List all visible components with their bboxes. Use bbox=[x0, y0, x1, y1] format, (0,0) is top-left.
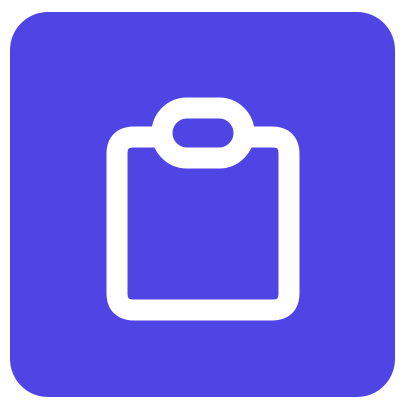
app-icon-tile[interactable] bbox=[10, 12, 395, 397]
clipboard-clip bbox=[151, 97, 255, 169]
app-icon-screen bbox=[0, 0, 404, 408]
clipboard-icon bbox=[106, 97, 300, 321]
